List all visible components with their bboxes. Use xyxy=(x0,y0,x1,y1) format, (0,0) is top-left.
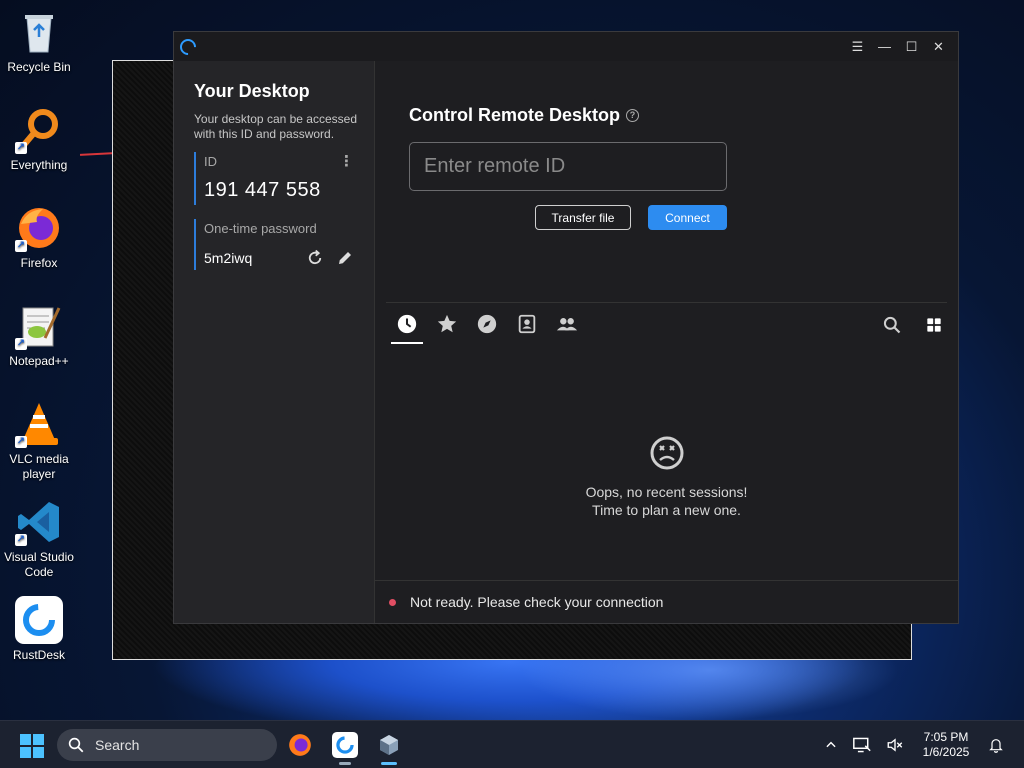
sidebar-description: Your desktop can be accessed with this I… xyxy=(194,112,358,141)
rustdesk-icon xyxy=(332,732,358,758)
shortcut-arrow-icon: ↗ xyxy=(15,436,27,448)
close-button[interactable]: ✕ xyxy=(925,39,952,55)
sidebar-title: Your Desktop xyxy=(194,81,310,101)
tab-recent-sessions[interactable] xyxy=(391,313,423,344)
chevron-up-icon[interactable] xyxy=(824,738,838,752)
desktop-icon-label: Recycle Bin xyxy=(7,60,71,74)
taskbar-firefox[interactable] xyxy=(284,729,316,761)
id-label: ID xyxy=(204,154,217,169)
window-controls: ☰ — ☐ ✕ xyxy=(844,39,952,55)
star-icon xyxy=(437,314,457,333)
desktop-icon-everything[interactable]: ↗ Everything xyxy=(2,106,76,173)
taskbar: Search 7:05 PM 1/6/2025 xyxy=(0,720,1024,768)
grid-view-icon[interactable] xyxy=(924,315,944,335)
cube-app-icon xyxy=(380,735,398,755)
shortcut-arrow-icon: ↗ xyxy=(15,142,27,154)
id-value[interactable]: 191 447 558 xyxy=(204,179,354,205)
desktop-icon-vlc[interactable]: ↗ VLC media player xyxy=(2,400,76,482)
sidebar: Your Desktop Your desktop can be accesse… xyxy=(174,61,375,623)
desktop-icon-vscode[interactable]: ↗ Visual Studio Code xyxy=(2,498,76,580)
notification-bell-icon[interactable] xyxy=(988,736,1004,754)
title-bar[interactable]: ☰ — ☐ ✕ xyxy=(174,32,958,61)
desktop-icon-notepad-plus-plus[interactable]: ↗ Notepad++ xyxy=(2,302,76,369)
empty-state: Oops, no recent sessions! Time to plan a… xyxy=(375,435,958,519)
system-tray: 7:05 PM 1/6/2025 xyxy=(824,721,1004,768)
tab-group[interactable] xyxy=(551,313,583,341)
view-tools xyxy=(882,315,944,335)
desktop-icon-label: Visual Studio Code xyxy=(4,550,74,579)
help-icon[interactable]: ? xyxy=(626,109,640,122)
start-button[interactable] xyxy=(20,734,44,758)
tab-discovered[interactable] xyxy=(471,313,503,341)
session-tabs xyxy=(391,313,583,344)
clock[interactable]: 7:05 PM 1/6/2025 xyxy=(918,730,974,760)
desktop-icon-firefox[interactable]: ↗ Firefox xyxy=(2,204,76,271)
firefox-icon xyxy=(289,734,311,756)
search-icon xyxy=(68,737,84,753)
people-icon xyxy=(556,318,578,331)
connect-title-text: Control Remote Desktop xyxy=(409,105,621,125)
windows-logo-tile xyxy=(33,747,44,758)
maximize-button[interactable]: ☐ xyxy=(898,39,925,55)
refresh-icon[interactable] xyxy=(306,249,324,267)
running-indicator xyxy=(339,762,351,765)
id-more-options-icon[interactable]: ⋮ xyxy=(339,152,354,170)
remote-id-input[interactable] xyxy=(409,142,727,191)
status-bar: Not ready. Please check your connection xyxy=(375,580,958,623)
minimize-button[interactable]: — xyxy=(871,39,898,54)
network-monitor-icon[interactable] xyxy=(852,736,872,754)
connect-button[interactable]: Connect xyxy=(648,205,727,230)
rustdesk-icon xyxy=(15,596,63,644)
shortcut-arrow-icon: ↗ xyxy=(15,534,27,546)
edit-pencil-icon[interactable] xyxy=(336,249,354,267)
empty-state-line1: Oops, no recent sessions! xyxy=(585,484,748,500)
taskbar-search[interactable]: Search xyxy=(57,729,277,761)
connect-title: Control Remote Desktop ? xyxy=(409,105,744,126)
recycle-bin-icon xyxy=(25,15,53,53)
clock-icon xyxy=(397,314,417,334)
windows-logo-tile xyxy=(20,747,31,758)
id-field: ID 191 447 558 ⋮ xyxy=(194,152,354,205)
app-logo-icon xyxy=(176,35,200,58)
menu-button[interactable]: ☰ xyxy=(844,39,871,55)
sad-face-icon xyxy=(650,436,683,470)
desktop-icon-label: VLC media player xyxy=(9,452,69,481)
search-icon[interactable] xyxy=(882,315,902,335)
tabs-divider xyxy=(386,302,947,303)
clock-date: 1/6/2025 xyxy=(922,744,970,759)
desktop-icon-recycle-bin[interactable]: Recycle Bin xyxy=(2,8,76,75)
annotation-line xyxy=(79,152,115,156)
connect-card: Control Remote Desktop ? Transfer file C… xyxy=(388,85,744,283)
windows-logo-tile xyxy=(20,734,31,745)
desktop-icon-label: Everything xyxy=(10,158,68,172)
main-panel: Control Remote Desktop ? Transfer file C… xyxy=(375,61,958,623)
desktop-icon-label: Firefox xyxy=(20,256,58,270)
taskbar-rustdesk[interactable] xyxy=(329,729,361,765)
tab-favorites[interactable] xyxy=(431,313,463,341)
volume-muted-icon[interactable] xyxy=(886,736,904,754)
tab-address-book[interactable] xyxy=(511,313,543,341)
empty-state-line2: Time to plan a new one. xyxy=(592,502,741,518)
search-label: Search xyxy=(95,737,140,753)
desktop-icon-label: Notepad++ xyxy=(9,354,69,368)
windows-logo-tile xyxy=(33,734,44,745)
desktop-icon-rustdesk[interactable]: RustDesk xyxy=(2,596,76,663)
transfer-file-button[interactable]: Transfer file xyxy=(535,205,631,230)
password-field: One-time password 5m2iwq xyxy=(194,219,354,270)
desktop-icon-label: RustDesk xyxy=(12,648,65,662)
clock-time: 7:05 PM xyxy=(923,729,969,744)
active-indicator xyxy=(381,762,397,765)
rustdesk-window: ☰ — ☐ ✕ Your Desktop Your desktop can be… xyxy=(173,31,959,624)
status-indicator-dot xyxy=(389,598,396,606)
shortcut-arrow-icon: ↗ xyxy=(15,240,27,252)
contact-card-icon xyxy=(518,314,536,334)
taskbar-app-cube[interactable] xyxy=(373,729,405,765)
status-text[interactable]: Not ready. Please check your connection xyxy=(410,594,663,610)
shortcut-arrow-icon: ↗ xyxy=(15,338,27,350)
password-label: One-time password xyxy=(204,221,317,236)
compass-icon xyxy=(477,314,497,334)
password-actions xyxy=(306,249,354,267)
